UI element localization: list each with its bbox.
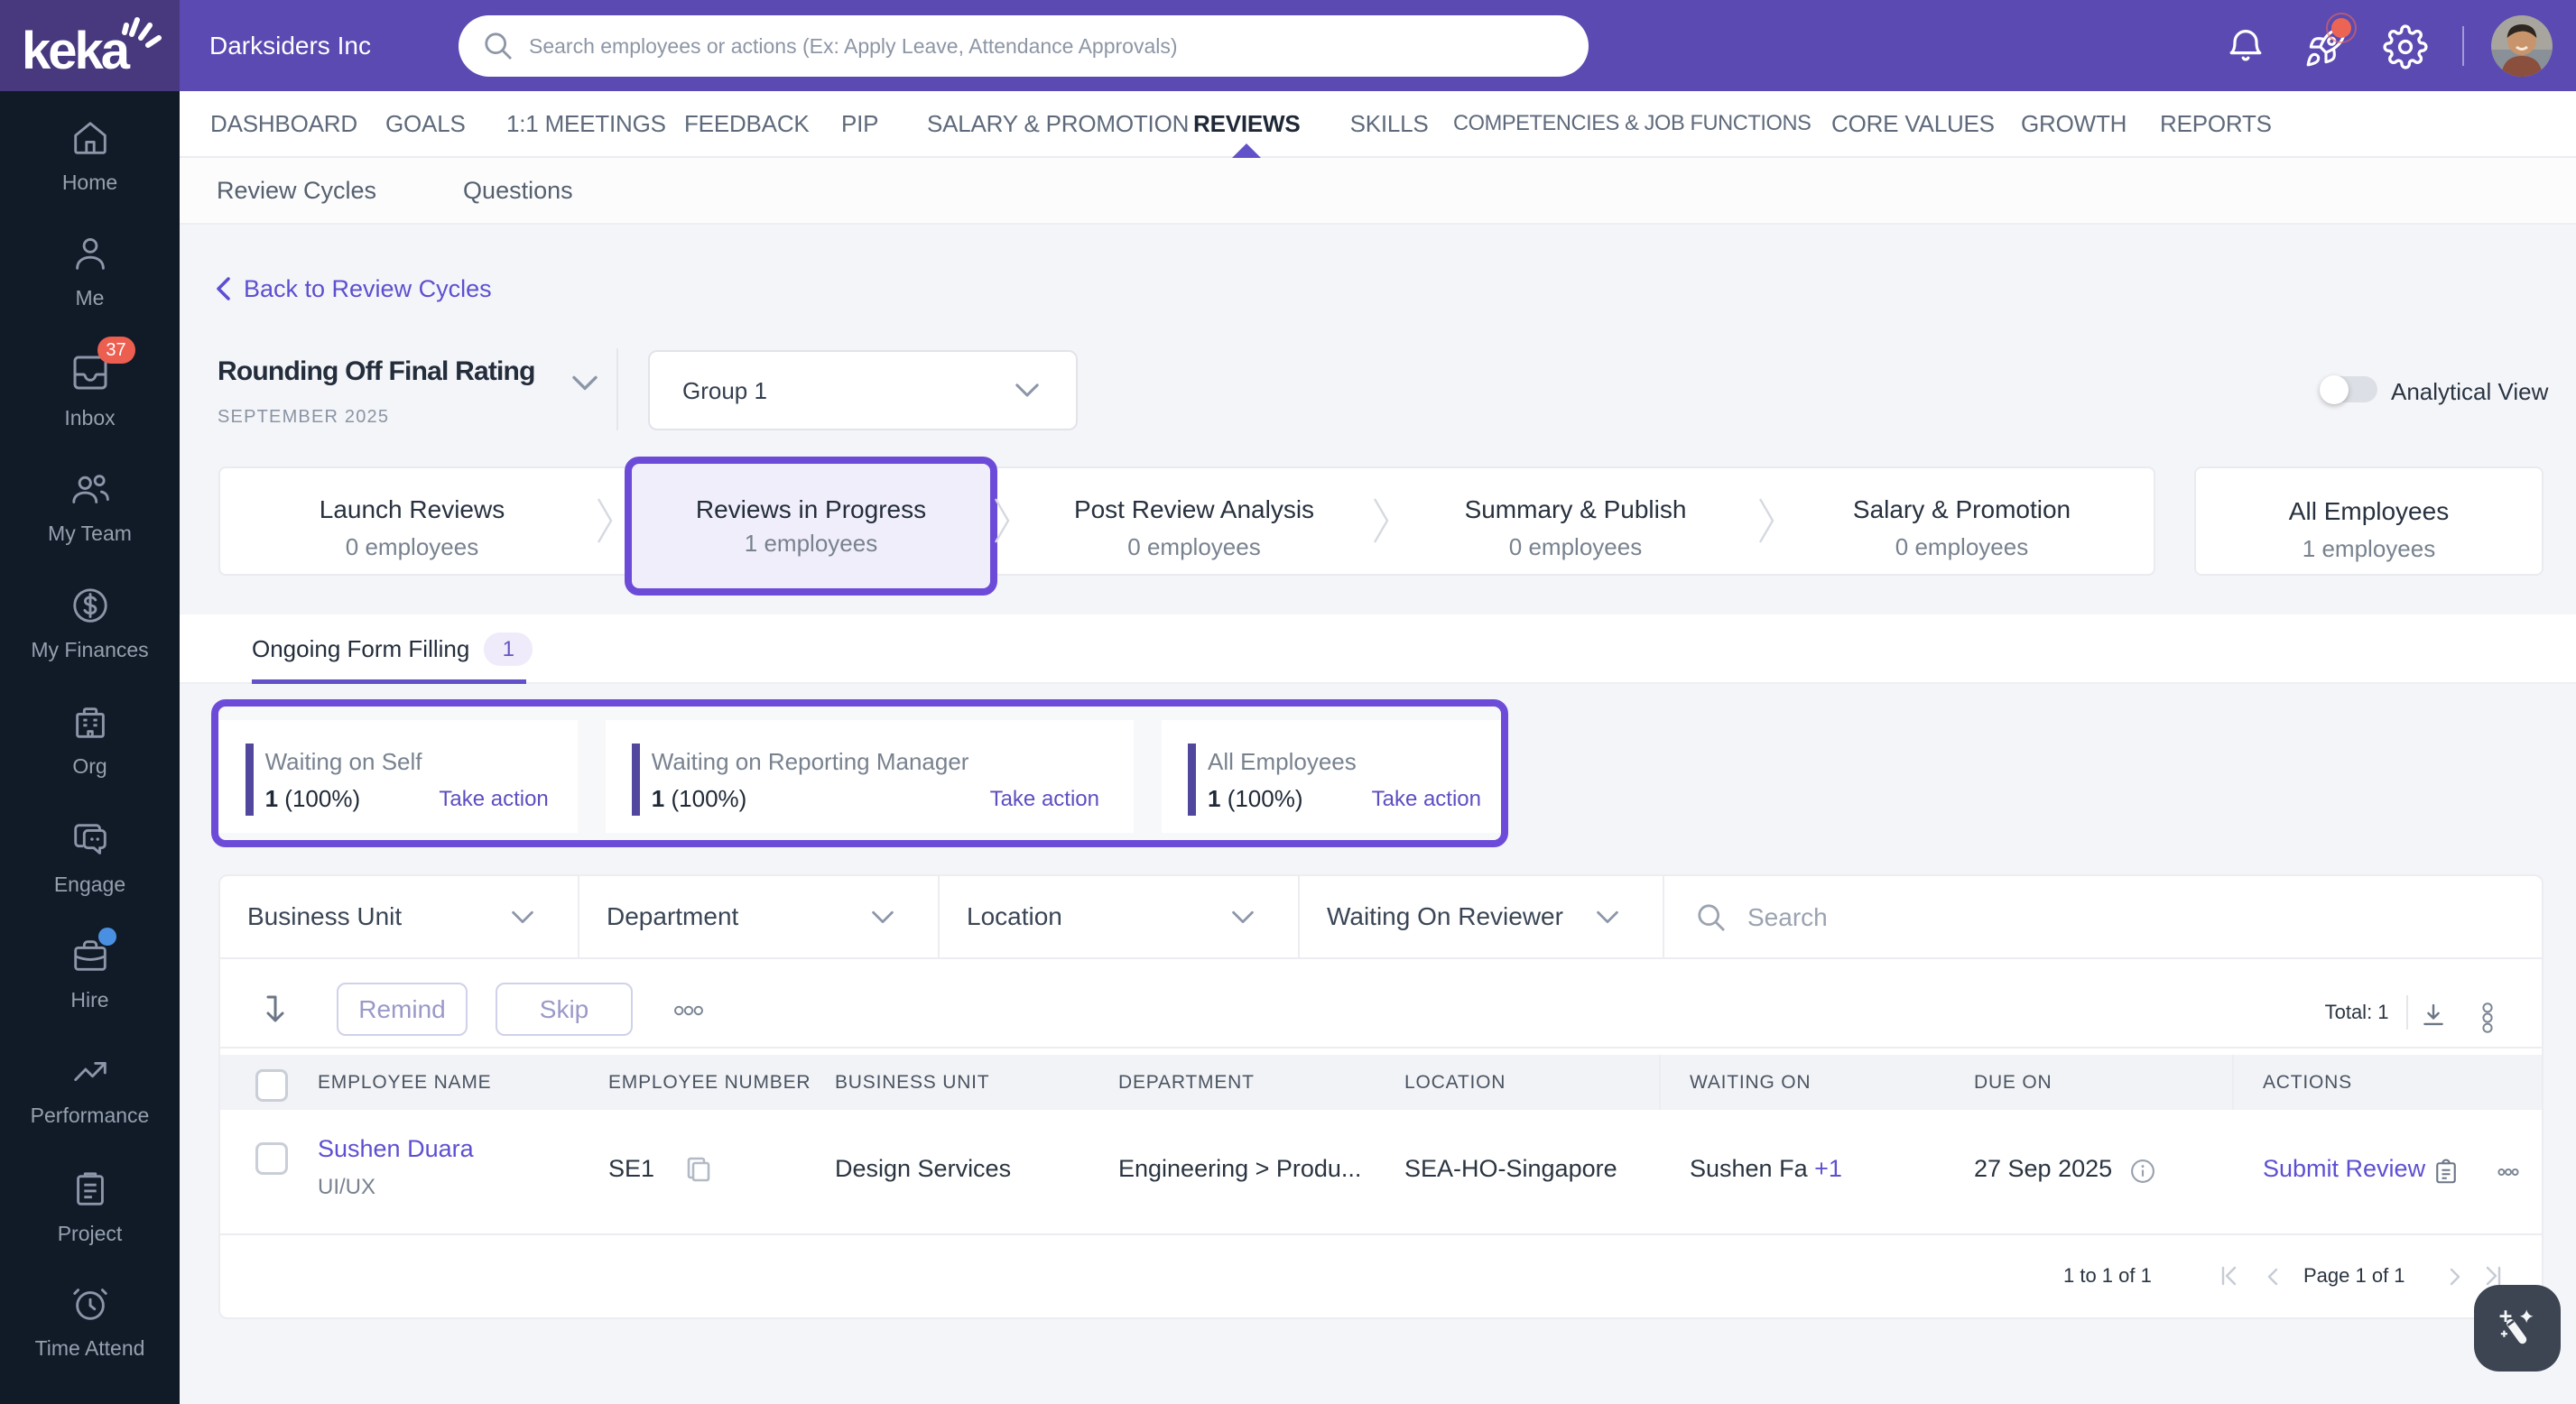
svg-text:keka: keka	[22, 22, 131, 79]
